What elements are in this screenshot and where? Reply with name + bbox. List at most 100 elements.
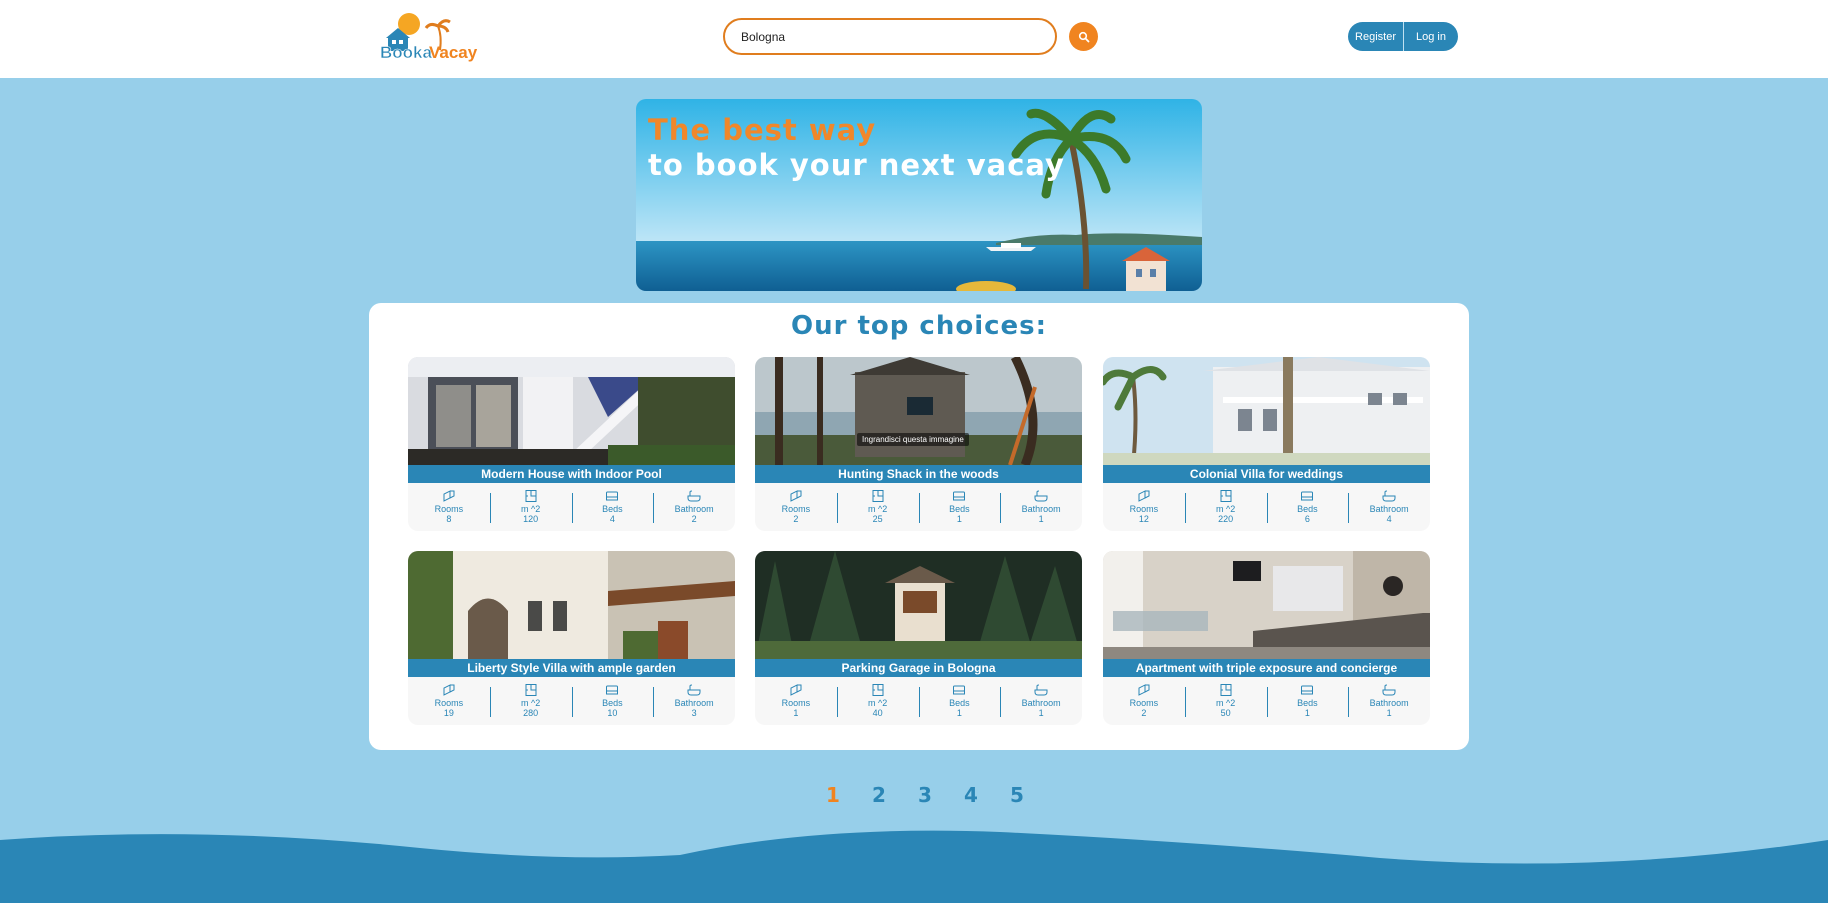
register-button[interactable]: Register [1348, 22, 1403, 51]
listing-photo[interactable] [755, 551, 1082, 659]
bathtub-icon [1034, 490, 1048, 502]
floorplan-icon [872, 490, 884, 502]
stat-rooms: Rooms 1 [755, 677, 837, 725]
stat-value: 2 [793, 514, 799, 524]
stat-area: m ^2 50 [1184, 677, 1267, 725]
stat-beds: Beds 1 [918, 677, 1001, 725]
search-input[interactable] [725, 20, 1055, 53]
stat-bathroom: Bathroom 1 [1000, 483, 1082, 531]
bed-icon [1301, 491, 1314, 501]
stat-area: m ^2 280 [489, 677, 572, 725]
stat-bathroom: Bathroom 1 [1000, 677, 1082, 725]
stat-bathroom: Bathroom 1 [1348, 677, 1430, 725]
stat-value: 3 [691, 708, 697, 718]
page-link-5[interactable]: 5 [994, 783, 1040, 807]
stat-value: 120 [523, 514, 539, 524]
stat-value: 2 [1141, 708, 1147, 718]
stat-label: m ^2 [521, 698, 541, 708]
bathtub-icon [1382, 490, 1396, 502]
listing-card[interactable]: Apartment with triple exposure and conci… [1103, 551, 1430, 725]
listing-photo[interactable]: Ingrandisci questa immagine [755, 357, 1082, 465]
page-link-2[interactable]: 2 [856, 783, 902, 807]
listing-photo[interactable] [408, 551, 735, 659]
stat-area: m ^2 220 [1184, 483, 1267, 531]
stat-value: 1 [1038, 708, 1044, 718]
listing-card[interactable]: Ingrandisci questa immagine Hunting Shac… [755, 357, 1082, 531]
listing-stats: Rooms 8 m ^2 120 Beds 4 Bathroom 2 [408, 483, 735, 531]
stat-label: Beds [1297, 504, 1318, 514]
stat-label: m ^2 [868, 504, 888, 514]
stat-label: Rooms [781, 698, 811, 708]
bookavacay-logo[interactable]: Booka Vacay [378, 10, 482, 64]
search-icon [1078, 31, 1089, 42]
stat-bathroom: Bathroom 2 [653, 483, 735, 531]
floorplan-icon [1220, 490, 1232, 502]
stat-label: Rooms [434, 504, 464, 514]
stat-bathroom: Bathroom 4 [1348, 483, 1430, 531]
stat-value: 12 [1138, 514, 1149, 524]
logo-text-vacay: Vacay [429, 43, 478, 62]
stat-label: m ^2 [521, 504, 541, 514]
section-title: Our top choices: [790, 311, 1048, 341]
stat-area: m ^2 120 [489, 483, 572, 531]
listing-stats: Rooms 12 m ^2 220 Beds 6 Bathroom 4 [1103, 483, 1430, 531]
listing-title[interactable]: Colonial Villa for weddings [1103, 465, 1430, 483]
stat-label: Rooms [434, 698, 464, 708]
bed-icon [606, 491, 619, 501]
listing-photo[interactable] [1103, 551, 1430, 659]
listing-card[interactable]: Liberty Style Villa with ample garden Ro… [408, 551, 735, 725]
stat-value: 1 [956, 708, 962, 718]
floorplan-icon [1220, 684, 1232, 696]
listing-stats: Rooms 19 m ^2 280 Beds 10 Bathroom 3 [408, 677, 735, 725]
listing-card[interactable]: Colonial Villa for weddings Rooms 12 m ^… [1103, 357, 1430, 531]
footer-wave [0, 830, 1828, 903]
listing-title[interactable]: Hunting Shack in the woods [755, 465, 1082, 483]
hero-banner: The best way to book your next vacay [636, 99, 1202, 291]
floorplan-icon [872, 684, 884, 696]
bed-icon [1301, 685, 1314, 695]
bathtub-icon [687, 490, 701, 502]
floorplan-icon [525, 684, 537, 696]
hero-headline-line2: to book your next vacay [648, 148, 1065, 182]
stat-label: m ^2 [1216, 698, 1236, 708]
listing-photo[interactable] [408, 357, 735, 465]
stat-value: 50 [1220, 708, 1231, 718]
bathtub-icon [687, 684, 701, 696]
stat-value: 10 [607, 708, 618, 718]
pagination: 1 2 3 4 5 [810, 783, 1040, 807]
page-link-4[interactable]: 4 [948, 783, 994, 807]
stat-beds: Beds 1 [918, 483, 1001, 531]
rooms-icon [790, 490, 802, 502]
stat-label: Bathroom [1369, 698, 1409, 708]
stat-label: Bathroom [1021, 698, 1061, 708]
search-button[interactable] [1069, 22, 1098, 51]
stat-label: Rooms [1129, 504, 1159, 514]
listing-title[interactable]: Liberty Style Villa with ample garden [408, 659, 735, 677]
listing-title[interactable]: Parking Garage in Bologna [755, 659, 1082, 677]
stat-value: 1 [793, 708, 799, 718]
rooms-icon [443, 490, 455, 502]
image-tooltip: Ingrandisci questa immagine [857, 433, 969, 446]
stat-rooms: Rooms 2 [1103, 677, 1185, 725]
stat-label: Beds [602, 504, 623, 514]
stat-value: 25 [872, 514, 883, 524]
bathtub-icon [1382, 684, 1396, 696]
listing-card[interactable]: Modern House with Indoor Pool Rooms 8 m … [408, 357, 735, 531]
stat-value: 6 [1304, 514, 1310, 524]
stat-label: Bathroom [674, 698, 714, 708]
listing-photo[interactable] [1103, 357, 1430, 465]
stat-area: m ^2 25 [836, 483, 919, 531]
login-button[interactable]: Log in [1404, 22, 1458, 51]
bathtub-icon [1034, 684, 1048, 696]
bed-icon [953, 491, 966, 501]
listing-stats: Rooms 2 m ^2 25 Beds 1 Bathroom 1 [755, 483, 1082, 531]
listing-title[interactable]: Modern House with Indoor Pool [408, 465, 735, 483]
listing-title[interactable]: Apartment with triple exposure and conci… [1103, 659, 1430, 677]
stat-rooms: Rooms 12 [1103, 483, 1185, 531]
page-link-1[interactable]: 1 [810, 783, 856, 807]
page-link-3[interactable]: 3 [902, 783, 948, 807]
stat-value: 1 [956, 514, 962, 524]
listing-card[interactable]: Parking Garage in Bologna Rooms 1 m ^2 4… [755, 551, 1082, 725]
stat-label: Beds [1297, 698, 1318, 708]
stat-rooms: Rooms 8 [408, 483, 490, 531]
